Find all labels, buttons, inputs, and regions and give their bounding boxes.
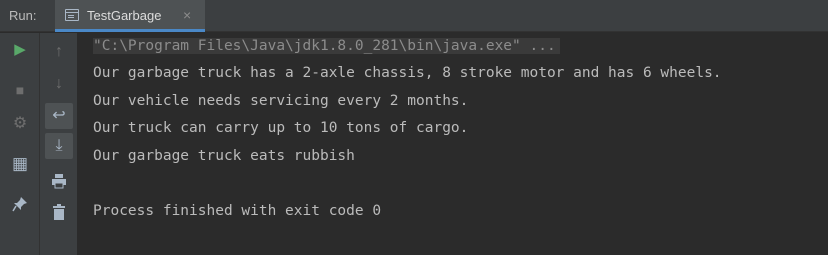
run-tool-window-header: Run: TestGarbage ×	[0, 0, 828, 32]
debug-settings-button[interactable]: ⚙	[6, 111, 34, 137]
stop-icon: ■	[15, 82, 25, 98]
output-line: Our truck can carry up to 10 tons of car…	[93, 120, 469, 136]
run-toolbar-secondary: ↑ ↓ ↩ ⤓	[40, 33, 78, 255]
output-line: Our garbage truck has a 2-axle chassis, …	[93, 65, 722, 81]
scroll-to-end-icon: ⤓	[55, 137, 63, 154]
tab-testgarbage[interactable]: TestGarbage ×	[55, 0, 205, 32]
console-output[interactable]: "C:\Program Files\Java\jdk1.8.0_281\bin\…	[78, 33, 828, 255]
print-icon	[52, 174, 66, 189]
run-label: Run:	[9, 8, 37, 23]
layout-icon: ▦	[11, 154, 29, 173]
trash-icon	[53, 204, 65, 220]
rerun-icon: ▶	[14, 41, 26, 58]
exit-message: Process finished with exit code 0	[93, 203, 382, 219]
scroll-up-button[interactable]: ↑	[45, 39, 73, 65]
pin-button[interactable]	[6, 191, 34, 217]
run-toolbar-primary: ▶ ■ ⚙ ▦	[0, 33, 40, 255]
soft-wrap-button[interactable]: ↩	[45, 103, 73, 129]
print-button[interactable]	[45, 168, 73, 194]
trash-button[interactable]	[45, 199, 73, 225]
scroll-to-end-button[interactable]: ⤓	[45, 133, 73, 159]
tab-title: TestGarbage	[87, 8, 162, 23]
scroll-up-icon: ↑	[55, 43, 63, 60]
output-line: Our garbage truck eats rubbish	[93, 148, 355, 164]
layout-button[interactable]: ▦	[6, 151, 34, 177]
console-tab-icon	[65, 9, 79, 21]
debug-settings-icon: ⚙	[12, 115, 28, 132]
command-line: "C:\Program Files\Java\jdk1.8.0_281\bin\…	[93, 38, 560, 54]
close-icon[interactable]: ×	[183, 6, 191, 24]
soft-wrap-icon: ↩	[52, 107, 66, 124]
output-line: Our vehicle needs servicing every 2 mont…	[93, 93, 469, 109]
pin-icon	[12, 197, 27, 212]
scroll-down-button[interactable]: ↓	[45, 71, 73, 97]
rerun-button[interactable]: ▶	[6, 37, 34, 63]
scroll-down-icon: ↓	[55, 75, 63, 92]
stop-button[interactable]: ■	[6, 77, 34, 103]
